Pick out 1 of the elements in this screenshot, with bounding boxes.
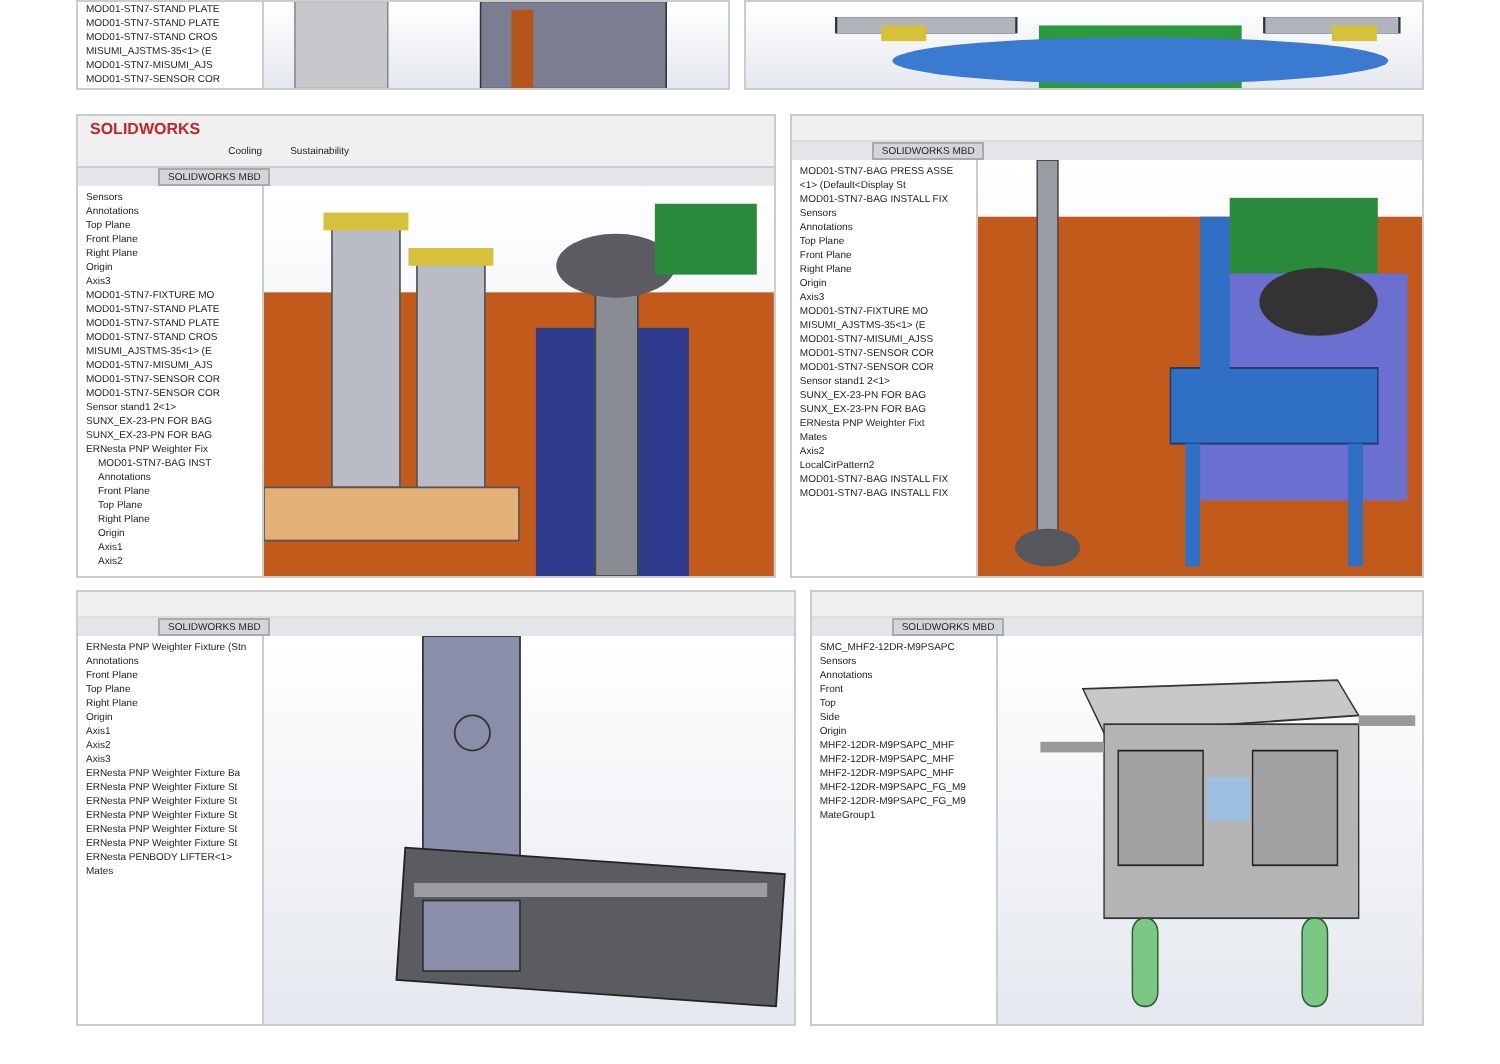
app-logo: SOLIDWORKS (90, 120, 201, 138)
